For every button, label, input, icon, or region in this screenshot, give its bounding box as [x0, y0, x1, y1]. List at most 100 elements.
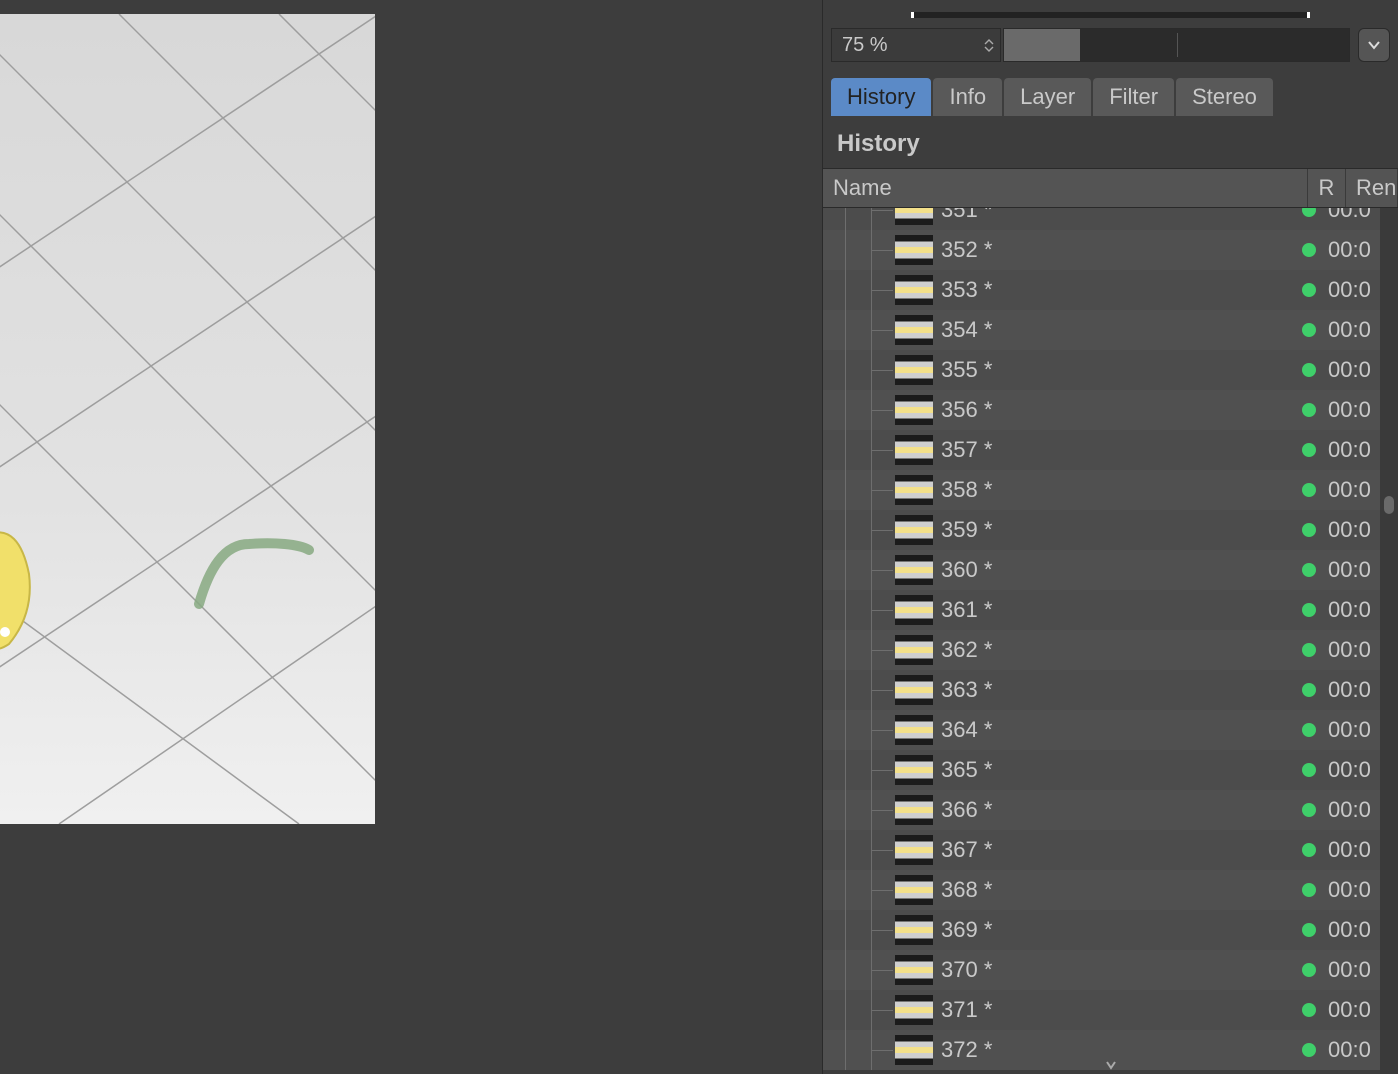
frame-status [1290, 323, 1328, 337]
frame-time: 00:0 [1328, 677, 1380, 703]
frame-thumbnail [895, 635, 933, 665]
history-row[interactable]: 355 *00:0 [823, 350, 1380, 390]
frame-status [1290, 443, 1328, 457]
status-dot-icon [1302, 963, 1316, 977]
frame-thumbnail [895, 515, 933, 545]
history-row[interactable]: 358 *00:0 [823, 470, 1380, 510]
history-row[interactable]: 357 *00:0 [823, 430, 1380, 470]
status-dot-icon [1302, 363, 1316, 377]
frame-time: 00:0 [1328, 637, 1380, 663]
history-row[interactable]: 354 *00:0 [823, 310, 1380, 350]
navigator-thumbnail[interactable] [911, 12, 1310, 18]
header-r[interactable]: R [1308, 169, 1346, 207]
tree-lines [823, 710, 895, 750]
tree-lines [823, 910, 895, 950]
chevron-up-icon[interactable] [984, 39, 994, 45]
scrollbar[interactable] [1380, 208, 1398, 1074]
frame-status [1290, 683, 1328, 697]
frame-thumbnail [895, 395, 933, 425]
status-dot-icon [1302, 323, 1316, 337]
frame-thumbnail [895, 235, 933, 265]
frame-time: 00:0 [1328, 957, 1380, 983]
frame-time: 00:0 [1328, 717, 1380, 743]
frame-time: 00:0 [1328, 277, 1380, 303]
status-dot-icon [1302, 563, 1316, 577]
tab-stereo[interactable]: Stereo [1176, 78, 1273, 116]
history-row[interactable]: 364 * 00:0 [823, 710, 1380, 750]
header-rendertime[interactable]: Rend [1346, 169, 1398, 207]
frame-status [1290, 563, 1328, 577]
frame-time: 00:0 [1328, 517, 1380, 543]
history-row[interactable]: 351 *00:0 [823, 208, 1380, 230]
status-dot-icon [1302, 843, 1316, 857]
frame-name: 359 * [939, 517, 1290, 543]
history-row[interactable]: 363 *00:0 [823, 670, 1380, 710]
history-row[interactable]: 365 *00:0 [823, 750, 1380, 790]
tree-lines [823, 208, 895, 230]
tab-history[interactable]: History [831, 78, 931, 116]
history-row[interactable]: 362 *00:0 [823, 630, 1380, 670]
history-row[interactable]: 353 *00:0 [823, 270, 1380, 310]
column-headers: Name R Rend [823, 168, 1398, 208]
history-row[interactable]: 371 *00:0 [823, 990, 1380, 1030]
frame-time: 00:0 [1328, 237, 1380, 263]
tree-lines [823, 630, 895, 670]
frame-name: 371 * [939, 997, 1290, 1023]
zoom-input[interactable]: 75 % [831, 28, 1001, 62]
frame-name: 354 * [939, 317, 1290, 343]
frame-thumbnail [895, 275, 933, 305]
tree-lines [823, 310, 895, 350]
chevron-down-icon[interactable] [984, 46, 994, 52]
frame-thumbnail [895, 835, 933, 865]
frame-status [1290, 1003, 1328, 1017]
zoom-slider[interactable] [1003, 28, 1350, 62]
chevron-down-icon [1105, 1060, 1117, 1070]
side-panel: 75 % History Info Layer Filter [822, 0, 1398, 1074]
history-row[interactable]: 361 *00:0 [823, 590, 1380, 630]
tree-lines [823, 550, 895, 590]
frame-thumbnail [895, 915, 933, 945]
scrollbar-thumb[interactable] [1384, 496, 1394, 514]
history-row[interactable]: 352 * 00:0 [823, 230, 1380, 270]
frame-name: 366 * [939, 797, 1290, 823]
frame-status [1290, 843, 1328, 857]
tab-filter[interactable]: Filter [1093, 78, 1174, 116]
history-row[interactable]: 356 * 00:0 [823, 390, 1380, 430]
history-row[interactable]: 367 *00:0 [823, 830, 1380, 870]
frame-time: 00:0 [1328, 597, 1380, 623]
frame-name: 364 * [939, 717, 1290, 743]
frame-status [1290, 803, 1328, 817]
tab-layer[interactable]: Layer [1004, 78, 1091, 116]
frame-thumbnail [895, 955, 933, 985]
history-row[interactable]: 360 *00:0 [823, 550, 1380, 590]
frame-name: 367 * [939, 837, 1290, 863]
frame-thumbnail [895, 875, 933, 905]
panel-menu-button[interactable] [1358, 28, 1390, 62]
zoom-spinner[interactable] [984, 39, 994, 52]
render-viewport[interactable] [0, 0, 822, 1074]
history-row[interactable]: 370 *00:0 [823, 950, 1380, 990]
history-row[interactable]: 369 *00:0 [823, 910, 1380, 950]
tab-info[interactable]: Info [933, 78, 1002, 116]
frame-time: 00:0 [1328, 437, 1380, 463]
frame-thumbnail [895, 715, 933, 745]
frame-time: 00:0 [1328, 397, 1380, 423]
frame-name: 356 * [939, 397, 1290, 423]
history-row[interactable]: 368 *00:0 [823, 870, 1380, 910]
history-row[interactable]: 366 * 00:0 [823, 790, 1380, 830]
status-dot-icon [1302, 643, 1316, 657]
frame-time: 00:0 [1328, 797, 1380, 823]
scroll-down-button[interactable] [823, 1056, 1398, 1074]
history-row[interactable]: 359 * 00:0 [823, 510, 1380, 550]
header-name[interactable]: Name [823, 169, 1308, 207]
status-dot-icon [1302, 923, 1316, 937]
tree-lines [823, 750, 895, 790]
tree-lines [823, 790, 895, 830]
tree-lines [823, 590, 895, 630]
status-dot-icon [1302, 443, 1316, 457]
frame-name: 352 * [939, 237, 1290, 263]
frame-time: 00:0 [1328, 757, 1380, 783]
frame-name: 368 * [939, 877, 1290, 903]
frame-name: 369 * [939, 917, 1290, 943]
chevron-down-icon [1367, 40, 1381, 50]
